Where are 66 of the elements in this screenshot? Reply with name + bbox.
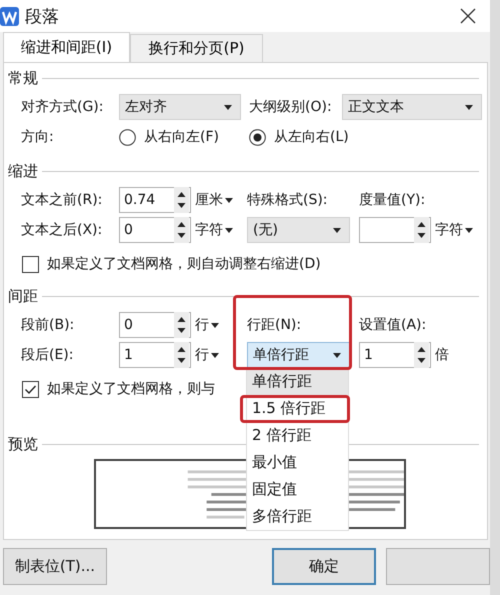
spinner-icon[interactable] [174,187,189,213]
dropdown-option[interactable]: 1.5 倍行距 [247,395,348,422]
section-heading: 缩进 [8,162,38,180]
number-field[interactable]: 1 [359,342,431,368]
caret-icon [211,322,219,328]
unit-dropdown[interactable]: 字符 [191,221,247,239]
field-label: 行距(N): [247,316,302,334]
dropdown-option[interactable]: 多倍行距 [247,503,348,530]
dropdown-option[interactable]: 2 倍行距 [247,422,348,449]
number-field[interactable]: 0 [119,312,191,338]
field-label: 文本之后(X): [21,221,104,239]
number-field[interactable]: 0 [119,217,191,243]
field-label: 特殊格式(S): [247,191,329,209]
field-label: 段后(E): [21,346,74,364]
radio-button[interactable]: 从左向右(L) [249,128,379,146]
dropdown-option[interactable]: 固定值 [247,476,348,503]
caret-icon [333,228,341,232]
checkbox-icon [22,256,39,272]
tab[interactable]: 换行和分页(P) [130,34,263,62]
checkbox-icon [22,380,39,398]
window-title: 段落 [25,6,59,28]
close-icon[interactable] [460,8,476,24]
field-label: 设置值(A): [359,316,428,334]
section-heading: 常规 [8,68,38,88]
dropdown[interactable]: 正文文本 [342,94,482,120]
unit-label: 倍 [434,346,450,364]
spinner-icon[interactable] [174,342,189,368]
number-field[interactable] [359,217,431,243]
unit-dropdown[interactable]: 行 [191,316,247,334]
spinner-icon[interactable] [174,312,189,338]
section-heading: 预览 [8,434,38,454]
dropdown[interactable]: (无) [247,217,350,243]
spinner-icon[interactable] [414,217,429,243]
field-label: 方向: [21,128,55,146]
field-label: 度量值(Y): [359,191,426,209]
radio-icon [249,128,266,146]
caret-icon [225,198,233,202]
tab[interactable]: 缩进和间距(I) [3,32,130,62]
checkbox[interactable]: 如果定义了文档网格，则自动调整右缩进(D) [21,249,321,279]
number-field[interactable]: 0.74 [119,187,191,213]
spinner-icon[interactable] [414,342,429,368]
caret-icon [225,228,233,232]
caret-icon [465,104,473,110]
dropdown[interactable]: 左对齐 [119,94,241,120]
spinner-icon[interactable] [174,217,189,243]
dialog-button[interactable]: 确定 [272,548,376,585]
dropdown-option[interactable]: 单倍行距 [247,368,348,395]
dropdown-option[interactable]: 最小值 [247,449,348,476]
caret-icon [211,352,219,358]
caret-icon [224,104,232,110]
checkbox[interactable]: 如果定义了文档网格，则与 [21,374,215,404]
caret-icon [465,228,473,232]
field-label: 对齐方式(G): [21,98,104,116]
number-field[interactable]: 1 [119,342,191,368]
radio-button[interactable]: 从右向左(F) [119,128,249,146]
radio-icon [119,128,136,146]
section-heading: 间距 [8,286,38,306]
unit-dropdown[interactable]: 行 [191,346,247,364]
field-label: 文本之前(R): [21,191,104,209]
field-label: 大纲级别(O): [249,98,333,116]
dialog-button[interactable]: 制表位(T)... [3,548,107,585]
unit-dropdown[interactable]: 字符 [431,221,487,239]
caret-icon [333,352,341,358]
unit-dropdown[interactable]: 厘米 [191,191,247,209]
dropdown[interactable]: 单倍行距 [247,342,350,368]
field-label: 段前(B): [21,316,76,334]
